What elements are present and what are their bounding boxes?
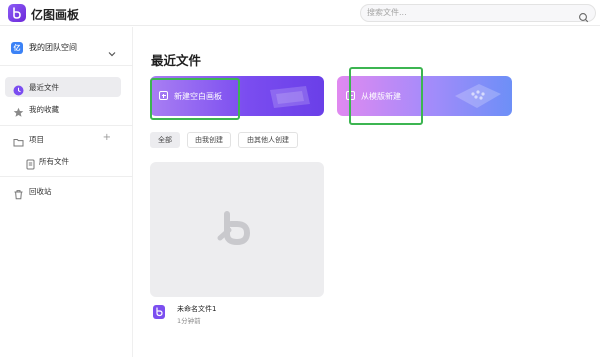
- star-icon: [13, 103, 24, 117]
- highlight-box: [150, 78, 240, 120]
- app-logo-icon[interactable]: [8, 4, 26, 22]
- sidebar-item-label: 我的收藏: [29, 105, 59, 114]
- search-icon[interactable]: [578, 8, 589, 27]
- folder-icon: [13, 133, 24, 147]
- add-project-button[interactable]: +: [103, 132, 111, 143]
- board-illustration-icon: [270, 86, 310, 108]
- sidebar-item-label: 回收站: [29, 187, 52, 196]
- team-space-selector[interactable]: 亿 我的团队空间: [8, 40, 126, 57]
- team-avatar: 亿: [11, 42, 23, 54]
- file-modified-time: 1分钟前: [177, 317, 201, 325]
- sidebar: 亿 我的团队空间 最近文件 我的收藏 项目 + 所有文件 回收站: [0, 27, 133, 357]
- top-bar: 亿图画板 搜索文件...: [0, 0, 600, 26]
- app-logo-placeholder-icon: [217, 211, 251, 246]
- filter-created-by-others[interactable]: 由其他人创建: [238, 132, 298, 148]
- sidebar-item-label: 项目: [29, 135, 44, 144]
- sidebar-item-recent-files[interactable]: 最近文件: [5, 77, 121, 97]
- page-title: 最近文件: [151, 53, 202, 68]
- highlight-box: [349, 67, 423, 125]
- clock-icon: [13, 81, 24, 96]
- chevron-down-icon[interactable]: [108, 43, 116, 62]
- template-illustration-icon: [455, 84, 501, 108]
- sidebar-item-trash[interactable]: 回收站: [5, 181, 121, 201]
- sidebar-item-label: 最近文件: [29, 83, 59, 92]
- team-space-label: 我的团队空间: [29, 43, 77, 52]
- divider: [0, 125, 133, 126]
- divider: [0, 65, 133, 66]
- divider: [0, 176, 133, 177]
- board-file-icon: [153, 305, 165, 319]
- sidebar-item-label: 所有文件: [39, 157, 69, 166]
- sidebar-item-projects[interactable]: 项目 +: [5, 129, 121, 149]
- filter-all[interactable]: 全部: [150, 132, 180, 148]
- search-input[interactable]: 搜索文件...: [360, 4, 596, 23]
- trash-icon: [13, 185, 24, 200]
- filter-created-by-me[interactable]: 由我创建: [187, 132, 231, 148]
- search-placeholder: 搜索文件...: [367, 8, 407, 17]
- sidebar-item-all-files[interactable]: 所有文件: [5, 151, 121, 171]
- file-name[interactable]: 未命名文件1: [177, 304, 216, 314]
- sidebar-item-favorites[interactable]: 我的收藏: [5, 99, 121, 119]
- app-title: 亿图画板: [31, 8, 80, 22]
- file-icon: [25, 155, 36, 170]
- file-thumbnail[interactable]: [150, 162, 324, 297]
- main-content: 最近文件 新建空白画板 从模版新建 全部 由我创建 由其他人创建 未命名文件1 …: [134, 27, 600, 357]
